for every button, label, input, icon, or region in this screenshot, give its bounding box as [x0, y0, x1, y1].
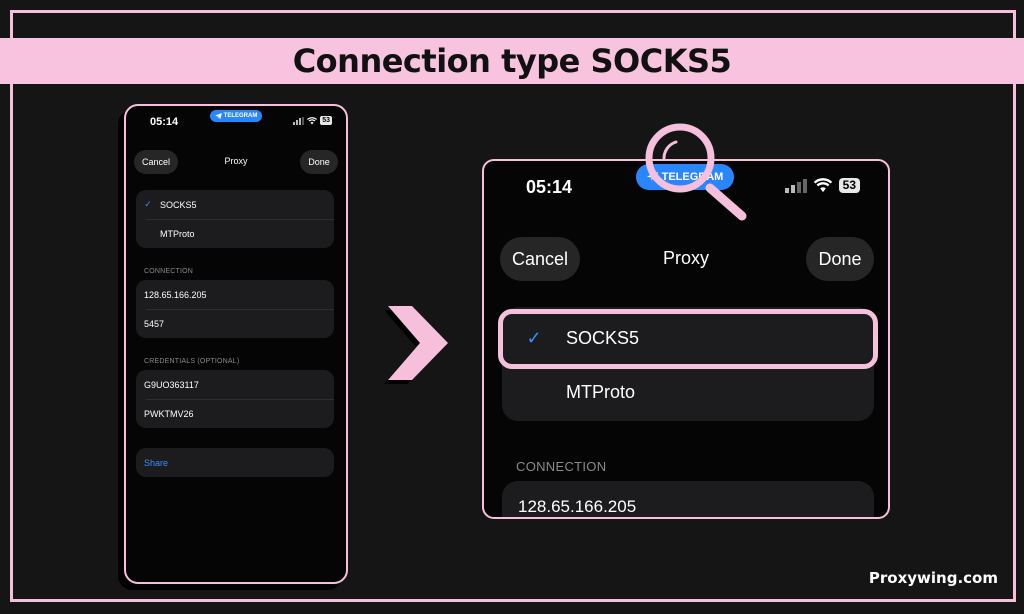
battery-icon: 53 [838, 178, 860, 193]
connection-section-header: CONNECTION [516, 459, 607, 474]
proxy-type-group: ✓ SOCKS5 MTProto [136, 190, 334, 248]
magnifier-icon [645, 123, 747, 221]
connection-group: 128.65.166.205 5457 [136, 280, 334, 338]
password-field[interactable]: PWKTMV26 [136, 399, 334, 428]
banner-title: Connection type SOCKS5 [292, 42, 732, 80]
telegram-icon [214, 113, 222, 119]
type-label: MTProto [566, 381, 636, 402]
done-button[interactable]: Done [806, 237, 874, 281]
status-time: 05:14 [526, 177, 573, 197]
status-icons: 53 [293, 116, 332, 125]
credentials-section-header: CREDENTIALS (OPTIONAL) [144, 358, 240, 365]
type-label: MTProto [160, 228, 195, 239]
connection-section-header: CONNECTION [144, 268, 194, 275]
connection-group: 128.65.166.205 [502, 481, 874, 517]
chevron-right-icon [384, 306, 448, 384]
telegram-pill[interactable]: TELEGRAM [210, 110, 262, 122]
status-icons: 53 [784, 178, 860, 193]
type-label: SOCKS5 [160, 199, 197, 210]
share-group: Share [136, 448, 334, 477]
type-option-mtproto[interactable]: MTProto [502, 367, 874, 417]
phone-screen: 05:14 TELEGRAM 53 Cancel Proxy Done ✓ SO… [124, 104, 348, 584]
selection-highlight [498, 309, 878, 369]
checkmark-icon: ✓ [144, 199, 152, 209]
type-option-socks5[interactable]: ✓ SOCKS5 [136, 190, 334, 219]
battery-icon: 53 [320, 116, 332, 125]
wifi-icon [813, 178, 832, 193]
title-banner: Connection type SOCKS5 [0, 38, 1024, 84]
brand-watermark: Proxywing.com [868, 569, 998, 587]
port-field[interactable]: 5457 [136, 309, 334, 338]
share-button[interactable]: Share [136, 448, 334, 477]
telegram-pill-label: TELEGRAM [223, 113, 258, 119]
server-field[interactable]: 128.65.166.205 [136, 280, 334, 309]
username-field[interactable]: G9UO363117 [136, 370, 334, 399]
server-field[interactable]: 128.65.166.205 [518, 497, 636, 517]
type-option-mtproto[interactable]: MTProto [136, 219, 334, 248]
signal-icon [784, 178, 807, 193]
signal-icon [293, 116, 305, 125]
done-button[interactable]: Done [300, 150, 338, 174]
status-time: 05:14 [150, 116, 179, 128]
credentials-group: G9UO363117 PWKTMV26 [136, 370, 334, 428]
wifi-icon [307, 116, 318, 124]
